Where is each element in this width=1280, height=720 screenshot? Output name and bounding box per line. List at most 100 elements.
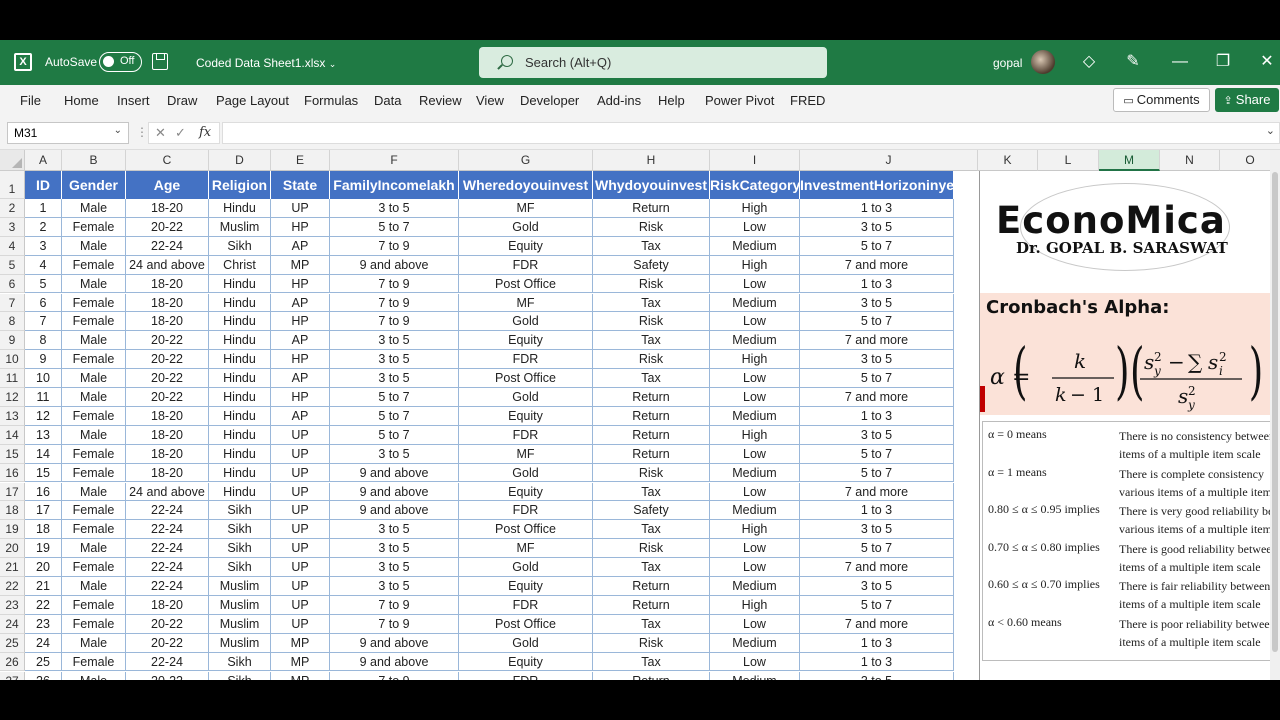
table-cell[interactable]: Tax	[593, 614, 710, 634]
table-cell[interactable]: FDR	[459, 501, 593, 521]
table-cell[interactable]: Female	[62, 350, 126, 370]
table-cell[interactable]: Tax	[593, 293, 710, 313]
table-cell[interactable]: 3 to 5	[800, 350, 954, 370]
table-cell[interactable]: Sikh	[209, 558, 271, 577]
header-cell[interactable]: Religion	[209, 171, 271, 199]
column-header-m[interactable]: M	[1099, 150, 1160, 171]
column-header-g[interactable]: G	[459, 150, 593, 171]
table-cell[interactable]: 20-22	[126, 614, 209, 634]
table-cell[interactable]: Tax	[593, 558, 710, 577]
autosave-toggle[interactable]: Off	[99, 52, 142, 72]
table-cell[interactable]: 1 to 3	[800, 501, 954, 521]
row-header-9[interactable]: 9	[0, 331, 25, 351]
table-cell[interactable]: Hindu	[209, 482, 271, 502]
table-cell[interactable]: Female	[62, 652, 126, 672]
table-cell[interactable]: Hindu	[209, 425, 271, 445]
table-cell[interactable]: UP	[271, 444, 330, 464]
table-cell[interactable]: 3	[25, 236, 62, 256]
table-cell[interactable]: 5 to 7	[800, 369, 954, 388]
table-cell[interactable]: Gold	[459, 558, 593, 577]
table-cell[interactable]: 22-24	[126, 539, 209, 559]
table-cell[interactable]: Medium	[710, 406, 800, 426]
tab-formulas[interactable]: Formulas	[304, 93, 358, 108]
tab-developer[interactable]: Developer	[520, 93, 579, 108]
file-name[interactable]: Coded Data Sheet1.xlsx ⌄	[196, 56, 336, 70]
table-cell[interactable]: Male	[62, 331, 126, 351]
table-cell[interactable]: Sikh	[209, 520, 271, 540]
table-cell[interactable]: MF	[459, 444, 593, 464]
table-cell[interactable]: Muslim	[209, 595, 271, 615]
table-cell[interactable]: Medium	[710, 501, 800, 521]
table-cell[interactable]: 7 and more	[800, 331, 954, 351]
table-cell[interactable]: Medium	[710, 236, 800, 256]
table-cell[interactable]: 23	[25, 614, 62, 634]
table-cell[interactable]: 9 and above	[330, 463, 459, 483]
table-cell[interactable]: 18-20	[126, 312, 209, 332]
table-cell[interactable]: Safety	[593, 255, 710, 275]
tab-data[interactable]: Data	[374, 93, 401, 108]
table-cell[interactable]: Low	[710, 369, 800, 388]
table-cell[interactable]: 3 to 5	[330, 350, 459, 370]
row-header-4[interactable]: 4	[0, 236, 25, 256]
table-cell[interactable]: 7 to 9	[330, 671, 459, 680]
table-cell[interactable]: Male	[62, 482, 126, 502]
table-cell[interactable]: High	[710, 350, 800, 370]
table-cell[interactable]: Return	[593, 199, 710, 218]
table-cell[interactable]: Tax	[593, 331, 710, 351]
table-cell[interactable]: 3 to 5	[330, 539, 459, 559]
table-cell[interactable]: 20-22	[126, 350, 209, 370]
table-cell[interactable]: Return	[593, 444, 710, 464]
table-cell[interactable]: 7 to 9	[330, 614, 459, 634]
table-cell[interactable]: 20-22	[126, 388, 209, 407]
table-cell[interactable]: 15	[25, 463, 62, 483]
table-cell[interactable]: Female	[62, 520, 126, 540]
table-cell[interactable]: Male	[62, 425, 126, 445]
table-cell[interactable]: MP	[271, 255, 330, 275]
column-header-i[interactable]: I	[710, 150, 800, 171]
table-cell[interactable]: 3 to 5	[330, 331, 459, 351]
table-cell[interactable]: Hindu	[209, 463, 271, 483]
table-cell[interactable]: UP	[271, 614, 330, 634]
table-cell[interactable]: Low	[710, 482, 800, 502]
table-cell[interactable]: 21	[25, 577, 62, 596]
table-cell[interactable]: 7 and more	[800, 388, 954, 407]
header-cell[interactable]: Wheredoyouinvest	[459, 171, 593, 199]
tab-insert[interactable]: Insert	[117, 93, 150, 108]
table-cell[interactable]: 1 to 3	[800, 633, 954, 653]
table-cell[interactable]: 3 to 5	[330, 199, 459, 218]
column-header-a[interactable]: A	[25, 150, 62, 171]
table-cell[interactable]: 1 to 3	[800, 274, 954, 294]
row-header-17[interactable]: 17	[0, 482, 25, 502]
table-cell[interactable]: UP	[271, 577, 330, 596]
table-cell[interactable]: Sikh	[209, 501, 271, 521]
table-cell[interactable]: Medium	[710, 577, 800, 596]
table-cell[interactable]: 22-24	[126, 652, 209, 672]
table-cell[interactable]: Female	[62, 293, 126, 313]
column-header-n[interactable]: N	[1160, 150, 1220, 171]
table-cell[interactable]: High	[710, 199, 800, 218]
table-cell[interactable]: 18-20	[126, 444, 209, 464]
table-cell[interactable]: 9 and above	[330, 633, 459, 653]
table-cell[interactable]: Female	[62, 614, 126, 634]
table-cell[interactable]: Medium	[710, 633, 800, 653]
table-cell[interactable]: Male	[62, 671, 126, 680]
table-cell[interactable]: Low	[710, 388, 800, 407]
table-cell[interactable]: FDR	[459, 425, 593, 445]
table-cell[interactable]: 17	[25, 501, 62, 521]
table-cell[interactable]: Tax	[593, 520, 710, 540]
table-cell[interactable]: Gold	[459, 463, 593, 483]
table-cell[interactable]: Hindu	[209, 369, 271, 388]
table-cell[interactable]: 18-20	[126, 274, 209, 294]
table-cell[interactable]: 24	[25, 633, 62, 653]
table-cell[interactable]: UP	[271, 595, 330, 615]
table-cell[interactable]: 7 to 9	[330, 293, 459, 313]
table-cell[interactable]: 3 to 5	[800, 577, 954, 596]
table-cell[interactable]: UP	[271, 539, 330, 559]
table-cell[interactable]: 3 to 5	[330, 558, 459, 577]
table-cell[interactable]: Equity	[459, 482, 593, 502]
tab-help[interactable]: Help	[658, 93, 685, 108]
table-cell[interactable]: 14	[25, 444, 62, 464]
minimize-icon[interactable]: —	[1170, 52, 1190, 72]
column-header-d[interactable]: D	[209, 150, 271, 171]
table-cell[interactable]: High	[710, 425, 800, 445]
